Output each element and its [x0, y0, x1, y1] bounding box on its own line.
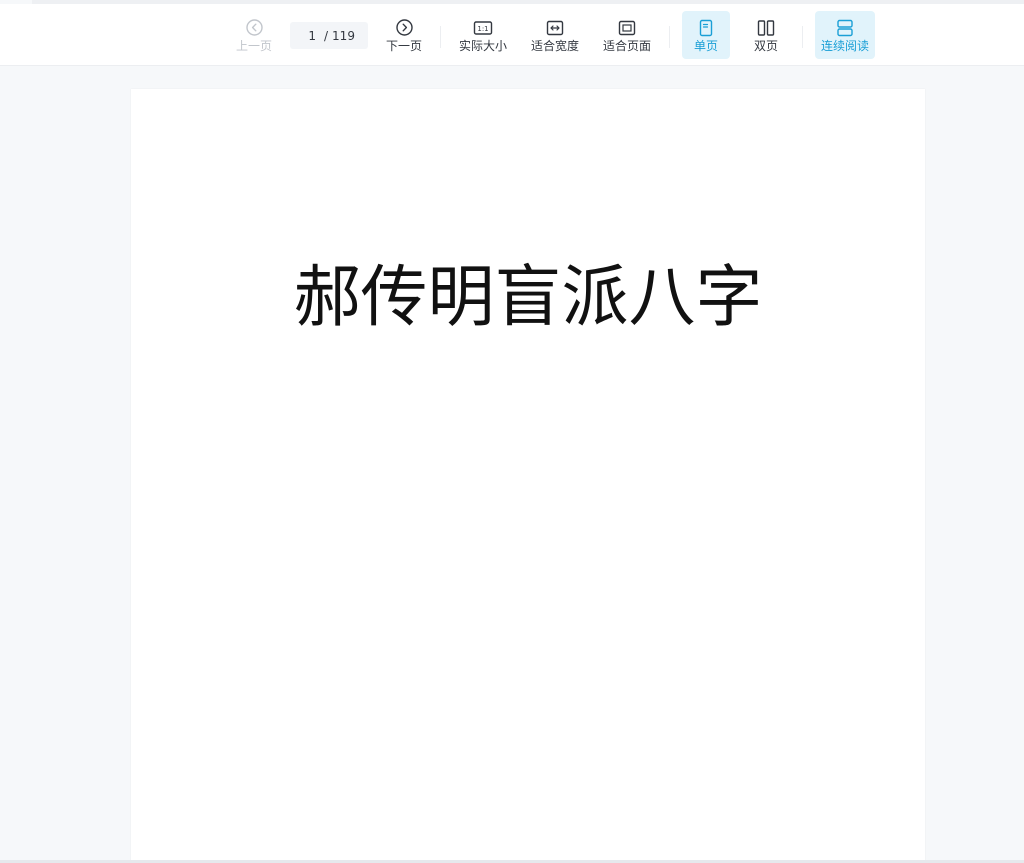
single-page-icon [696, 18, 716, 38]
page-indicator: / 119 [290, 22, 368, 49]
page-separator: / [324, 28, 329, 43]
single-page-button[interactable]: 单页 [682, 11, 730, 59]
svg-text:1:1: 1:1 [477, 25, 488, 33]
document-viewer[interactable]: 郝传明盲派八字 [0, 66, 1024, 863]
actual-size-icon: 1:1 [473, 18, 493, 38]
prev-page-label: 上一页 [235, 38, 272, 53]
next-page-button[interactable]: 下一页 [382, 11, 426, 59]
toolbar-divider [669, 26, 670, 48]
next-page-label: 下一页 [385, 38, 422, 53]
chevron-right-circle-icon [394, 18, 414, 38]
fit-width-button[interactable]: 适合宽度 [526, 11, 584, 59]
prev-page-button[interactable]: 上一页 [232, 11, 276, 59]
double-page-label: 双页 [753, 38, 778, 53]
continuous-reading-button[interactable]: 连续阅读 [815, 11, 875, 59]
fit-page-button[interactable]: 适合页面 [598, 11, 656, 59]
fit-page-label: 适合页面 [602, 38, 651, 53]
fit-width-icon [545, 18, 565, 38]
toolbar-divider [802, 26, 803, 48]
reader-toolbar: 上一页 / 119 下一页 1:1 实际大小 适合宽度 适合页面 [0, 4, 1024, 66]
toolbar-divider [440, 26, 441, 48]
document-page: 郝传明盲派八字 [131, 89, 925, 863]
chevron-left-circle-icon [244, 18, 264, 38]
page-total: 119 [332, 28, 355, 43]
continuous-scroll-icon [835, 18, 855, 38]
fit-page-icon [617, 18, 637, 38]
single-page-label: 单页 [693, 38, 718, 53]
document-title: 郝传明盲派八字 [293, 258, 763, 336]
double-page-icon [756, 18, 776, 38]
page-number-input[interactable] [290, 28, 316, 43]
fit-width-label: 适合宽度 [530, 38, 579, 53]
continuous-reading-label: 连续阅读 [820, 38, 869, 53]
double-page-button[interactable]: 双页 [744, 11, 788, 59]
actual-size-label: 实际大小 [458, 38, 507, 53]
actual-size-button[interactable]: 1:1 实际大小 [454, 11, 512, 59]
